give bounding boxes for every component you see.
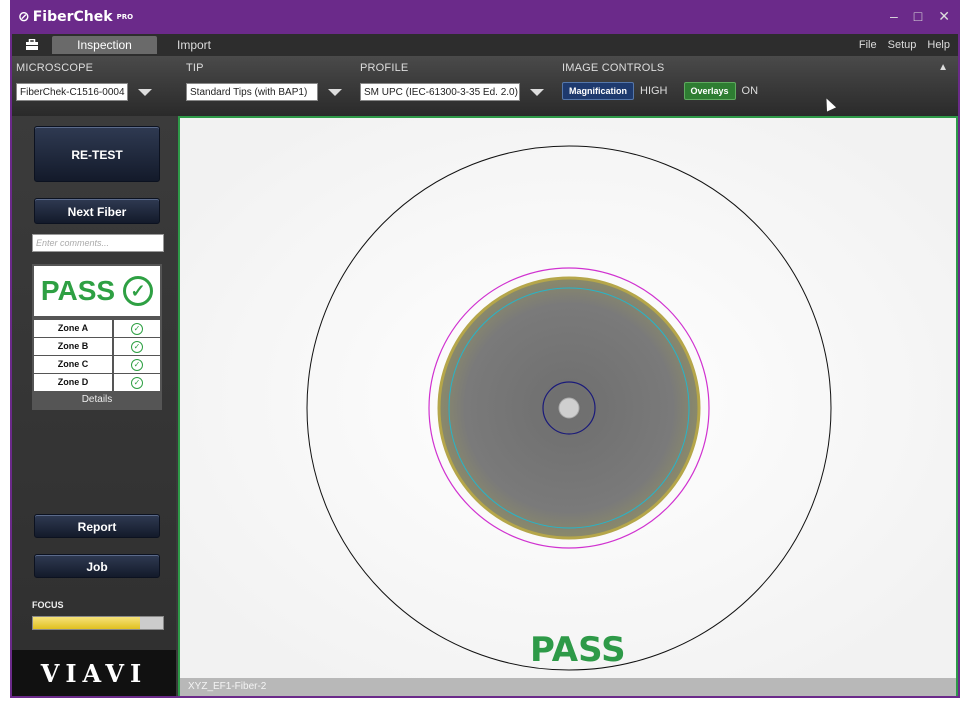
minimize-icon[interactable]: – xyxy=(890,8,898,25)
tip-label: TIP xyxy=(186,62,204,74)
image-controls-label: IMAGE CONTROLS xyxy=(562,62,665,74)
fiber-core xyxy=(558,397,580,419)
image-controls: Magnification HIGH Overlays ON xyxy=(562,82,768,100)
fiber-endface-image xyxy=(180,118,956,678)
check-circle-icon: ✓ xyxy=(131,376,143,389)
app-title: ⊘ FiberChek PRO xyxy=(18,9,133,25)
report-button[interactable]: Report xyxy=(34,514,160,538)
window-controls: – □ ✕ xyxy=(890,8,950,25)
tab-inspection[interactable]: Inspection xyxy=(52,36,157,54)
zone-name: Zone B xyxy=(34,338,114,355)
profile-select[interactable]: SM UPC (IEC-61300-3-35 Ed. 2.0) xyxy=(360,82,544,102)
retest-button[interactable]: RE-TEST xyxy=(34,126,160,182)
mouse-cursor-icon xyxy=(821,96,837,112)
maximize-icon[interactable]: □ xyxy=(914,8,922,25)
check-circle-icon: ✓ xyxy=(131,322,143,335)
overlays-value: ON xyxy=(741,85,759,97)
result-text: PASS xyxy=(40,275,116,306)
briefcase-icon[interactable] xyxy=(12,34,52,56)
zone-row: Zone C ✓ xyxy=(34,356,160,373)
check-circle-icon: ✓ xyxy=(131,358,143,371)
microscope-label: MICROSCOPE xyxy=(16,62,94,74)
focus-meter xyxy=(32,616,164,630)
next-fiber-button[interactable]: Next Fiber xyxy=(34,198,160,224)
comments-input[interactable]: Enter comments... xyxy=(32,234,164,252)
zone-row: Zone A ✓ xyxy=(34,320,160,337)
focus-label: FOCUS xyxy=(32,600,64,610)
magnification-value: HIGH xyxy=(640,85,668,97)
tip-group: TIP Standard Tips (with BAP1) xyxy=(186,62,342,102)
image-controls-group: IMAGE CONTROLS Magnification HIGH Overla… xyxy=(562,62,768,100)
collapse-icon[interactable]: ▲ xyxy=(938,62,948,73)
fiber-filename: XYZ_EF1-Fiber-2 xyxy=(180,678,956,696)
app-logo-icon: ⊘ xyxy=(18,9,30,25)
tab-import[interactable]: Import xyxy=(157,36,277,54)
app-edition: PRO xyxy=(116,13,134,21)
microscope-value[interactable]: FiberChek-C1516-0004 xyxy=(16,83,128,101)
details-link[interactable]: Details xyxy=(32,394,162,405)
profile-value[interactable]: SM UPC (IEC-61300-3-35 Ed. 2.0) xyxy=(360,83,520,101)
close-icon[interactable]: ✕ xyxy=(938,8,950,25)
zone-name: Zone C xyxy=(34,356,114,373)
overlays-button[interactable]: Overlays xyxy=(683,82,736,100)
result-card: PASS ✓ Zone A ✓ Zone B ✓ Zone C ✓ Zone D xyxy=(32,264,162,410)
tip-select[interactable]: Standard Tips (with BAP1) xyxy=(186,82,342,102)
title-bar: ⊘ FiberChek PRO – □ ✕ xyxy=(12,2,958,34)
profile-label: PROFILE xyxy=(360,62,409,74)
zone-row: Zone D ✓ xyxy=(34,374,160,391)
microscope-group: MICROSCOPE FiberChek-C1516-0004 xyxy=(16,62,152,102)
profile-group: PROFILE SM UPC (IEC-61300-3-35 Ed. 2.0) xyxy=(360,62,544,102)
viavi-logo: VIAVI xyxy=(12,650,176,696)
chevron-down-icon[interactable] xyxy=(530,88,544,96)
check-circle-icon: ✓ xyxy=(131,340,143,353)
app-name: FiberChek xyxy=(32,9,113,25)
menu-setup[interactable]: Setup xyxy=(888,39,917,51)
zone-row: Zone B ✓ xyxy=(34,338,160,355)
check-circle-icon: ✓ xyxy=(123,276,154,306)
menu-bar: Inspection Import File Setup Help xyxy=(12,34,958,56)
chevron-down-icon[interactable] xyxy=(328,88,342,96)
fiber-image-viewer: PASS XYZ_EF1-Fiber-2 xyxy=(178,116,958,696)
zone-name: Zone A xyxy=(34,320,114,337)
sidebar: RE-TEST Next Fiber Enter comments... PAS… xyxy=(12,116,176,696)
zone-name: Zone D xyxy=(34,374,114,391)
focus-meter-fill xyxy=(33,617,140,629)
control-bar: MICROSCOPE FiberChek-C1516-0004 TIP Stan… xyxy=(12,56,958,116)
job-button[interactable]: Job xyxy=(34,554,160,578)
menu-help[interactable]: Help xyxy=(927,39,950,51)
tip-value[interactable]: Standard Tips (with BAP1) xyxy=(186,83,318,101)
result-overlay: PASS xyxy=(530,630,626,670)
magnification-button[interactable]: Magnification xyxy=(562,82,634,100)
microscope-select[interactable]: FiberChek-C1516-0004 xyxy=(16,82,152,102)
result-badge: PASS ✓ xyxy=(34,266,160,316)
right-menu: File Setup Help xyxy=(859,39,958,51)
fiberchek-window: ⊘ FiberChek PRO – □ ✕ Inspection Import … xyxy=(10,0,960,698)
chevron-down-icon[interactable] xyxy=(138,88,152,96)
zone-list: Zone A ✓ Zone B ✓ Zone C ✓ Zone D ✓ xyxy=(34,320,160,391)
menu-file[interactable]: File xyxy=(859,39,877,51)
